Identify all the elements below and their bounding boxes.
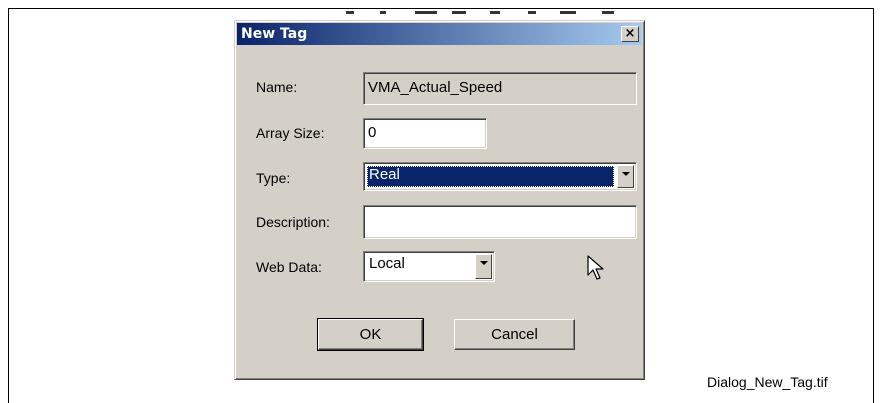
new-tag-dialog: New Tag × Name: VMA_Actual_Speed Array S… (234, 20, 645, 380)
background-window-fragment (340, 9, 645, 17)
close-icon: × (624, 26, 636, 41)
mouse-pointer-icon (587, 255, 604, 280)
array-size-input[interactable]: 0 (363, 118, 487, 149)
chevron-down-icon[interactable] (617, 165, 634, 188)
dialog-title: New Tag (241, 26, 308, 42)
name-field: VMA_Actual_Speed (363, 72, 637, 105)
figure-caption: Dialog_New_Tag.tif (707, 374, 828, 390)
chevron-down-icon[interactable] (475, 254, 492, 279)
cancel-button[interactable]: Cancel (454, 319, 575, 350)
name-label: Name: (256, 79, 298, 95)
ok-button[interactable]: OK (317, 318, 424, 351)
type-selected-value: Real (367, 166, 614, 187)
type-select[interactable]: Real (363, 162, 637, 191)
array-size-label: Array Size: (256, 125, 325, 141)
web-data-label: Web Data: (256, 259, 322, 275)
title-bar[interactable]: New Tag × (237, 23, 642, 45)
description-input[interactable] (363, 205, 637, 239)
close-button[interactable]: × (621, 26, 639, 42)
web-data-selected-value: Local (369, 255, 405, 272)
web-data-select[interactable]: Local (363, 251, 495, 282)
description-label: Description: (256, 214, 330, 230)
type-label: Type: (256, 170, 291, 186)
